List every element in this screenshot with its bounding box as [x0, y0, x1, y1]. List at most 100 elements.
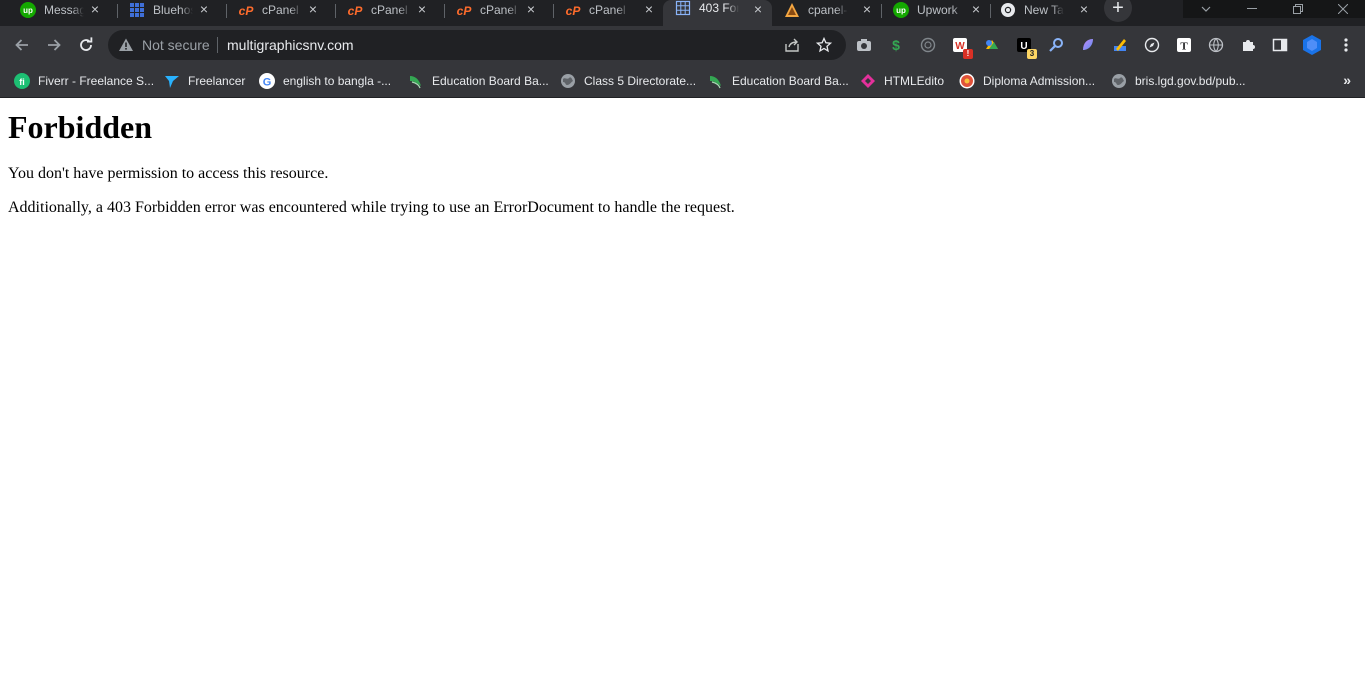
svg-text:G: G [263, 77, 272, 89]
green-s-extension-icon[interactable]: $ [887, 36, 905, 54]
tab-search-button[interactable] [1183, 0, 1229, 18]
chevron-down-icon [1201, 6, 1211, 12]
page-title: Forbidden [8, 109, 153, 145]
bookmark-class-5-directorate[interactable]: Class 5 Directorate... [560, 72, 696, 90]
svg-text:cP: cP [348, 4, 363, 18]
profile-avatar-icon[interactable] [1301, 34, 1323, 56]
tab-bluehost[interactable]: Bluehost × [109, 0, 218, 20]
tab-cpanel-b[interactable]: cpanel-b × [772, 0, 881, 20]
tab-403-forbidden[interactable]: 403 Forb × [663, 0, 772, 26]
bookmark-english-to-bangla[interactable]: G english to bangla -... [259, 72, 391, 90]
share-icon[interactable] [784, 37, 800, 53]
tab-close-button[interactable]: × [750, 1, 766, 17]
new-tab-button[interactable]: + [1104, 0, 1132, 22]
tab-cpanel-2[interactable]: cP cPanel F × [327, 0, 436, 20]
tab-close-button[interactable]: × [1076, 1, 1092, 17]
bookmarks-bar: fi Fiverr - Freelance S... Freelancer G … [0, 64, 1365, 98]
svg-text:cP: cP [457, 4, 472, 18]
error-detail: Additionally, a 403 Forbidden error was … [8, 199, 735, 216]
svg-text:up: up [23, 6, 33, 15]
notification-badge: 3 [1027, 49, 1037, 59]
red-extension-icon[interactable]: W ! [951, 36, 973, 59]
bookmark-fiverr[interactable]: fi Fiverr - Freelance S... [14, 72, 154, 90]
reload-icon [80, 37, 93, 51]
tab-close-button[interactable]: × [859, 1, 875, 17]
bookmarks-overflow-button[interactable]: » [1343, 72, 1351, 88]
tab-close-button[interactable]: × [641, 1, 657, 17]
url-text[interactable]: multigraphicsnv.com [227, 37, 354, 53]
address-bar[interactable]: Not secure multigraphicsnv.com [108, 30, 846, 60]
tab-title: 403 Forb [699, 1, 739, 15]
forward-button[interactable] [44, 35, 64, 55]
bookmark-htmleditor[interactable]: HTMLEdito [860, 72, 944, 90]
pen-extension-icon[interactable] [1111, 36, 1129, 54]
tab-close-button[interactable]: × [414, 1, 430, 17]
svg-text:cP: cP [566, 4, 581, 18]
t-extension-icon[interactable]: T [1175, 36, 1193, 54]
svg-text:fi: fi [19, 77, 25, 87]
security-status-label: Not secure [142, 37, 210, 53]
cpanel-icon: cP [238, 2, 254, 18]
tab-message[interactable]: up Message × [0, 0, 109, 20]
colorful-extension-icon[interactable] [983, 36, 1001, 54]
tab-title: New Tab [1024, 3, 1064, 17]
tab-close-button[interactable]: × [196, 1, 212, 17]
tab-close-button[interactable]: × [523, 1, 539, 17]
tab-cpanel-4[interactable]: cP cPanel F × [545, 0, 663, 20]
bookmark-label: Fiverr - Freelance S... [38, 74, 155, 88]
warning-icon[interactable] [118, 37, 134, 53]
svg-text:$: $ [892, 37, 900, 53]
bookmark-label: Education Board Ba... [732, 74, 849, 88]
back-button[interactable] [12, 35, 32, 55]
gradient-extension-icon[interactable] [1079, 36, 1097, 54]
circle-extension-icon[interactable] [919, 36, 937, 54]
cpanel-icon: cP [456, 2, 472, 18]
magnifier-extension-icon[interactable] [1047, 36, 1065, 54]
restore-icon [1293, 4, 1303, 14]
globe-icon [1111, 73, 1127, 89]
bookmark-label: HTMLEdito [884, 74, 945, 88]
bookmark-education-board-1[interactable]: Education Board Ba... [408, 72, 549, 90]
tab-title: cPanel F [589, 3, 629, 17]
svg-text:up: up [896, 6, 906, 15]
bookmark-education-board-2[interactable]: Education Board Ba... [708, 72, 849, 90]
bookmark-star-icon[interactable] [816, 37, 832, 53]
puzzle-extensions-icon[interactable] [1239, 36, 1257, 54]
upwork-icon: up [20, 2, 36, 18]
tab-cpanel-3[interactable]: cP cPanel - × [436, 0, 545, 20]
tab-close-button[interactable]: × [968, 1, 984, 17]
cpanel-b-icon [784, 2, 800, 18]
tab-close-button[interactable]: × [87, 1, 103, 17]
cpanel-icon: cP [347, 2, 363, 18]
upwork-icon: up [893, 2, 909, 18]
notification-badge: ! [963, 49, 973, 59]
cpanel-icon: cP [565, 2, 581, 18]
bookmark-diploma-admission[interactable]: Diploma Admission... [959, 72, 1095, 90]
education-board-icon [708, 73, 724, 89]
reload-button[interactable] [76, 35, 96, 55]
tab-cpanel-1[interactable]: cP cPanel - × [218, 0, 327, 20]
tab-upwork[interactable]: up Upwork × [881, 0, 990, 20]
bookmark-label: Education Board Ba... [432, 74, 549, 88]
tab-strip: up Message × Bluehost × cP cPanel - × cP… [0, 0, 1365, 26]
u-extension-icon[interactable]: U 3 [1015, 36, 1037, 59]
browser-toolbar: Not secure multigraphicsnv.com $ W ! U 3 [0, 26, 1365, 64]
bookmark-bris-lgd[interactable]: bris.lgd.gov.bd/pub... [1111, 72, 1246, 90]
tab-close-button[interactable]: × [305, 1, 321, 17]
bookmark-label: english to bangla -... [283, 74, 392, 88]
globe-extension-icon[interactable] [1207, 36, 1225, 54]
side-panel-icon[interactable] [1271, 36, 1289, 54]
compass-extension-icon[interactable] [1143, 36, 1161, 54]
tab-new-tab[interactable]: New Tab × [990, 0, 1098, 20]
more-menu-icon[interactable] [1337, 36, 1355, 54]
close-window-button[interactable] [1321, 0, 1365, 18]
tab-title: Message [44, 3, 84, 17]
error-message: You don't have permission to access this… [8, 165, 329, 182]
restore-button[interactable] [1275, 0, 1321, 18]
minimize-button[interactable] [1229, 0, 1275, 18]
bookmark-freelancer[interactable]: Freelancer [164, 72, 245, 90]
svg-text:cP: cP [239, 4, 254, 18]
camera-extension-icon[interactable] [855, 36, 873, 54]
grid-page-icon [675, 0, 691, 16]
tab-title: cPanel - [262, 3, 302, 17]
